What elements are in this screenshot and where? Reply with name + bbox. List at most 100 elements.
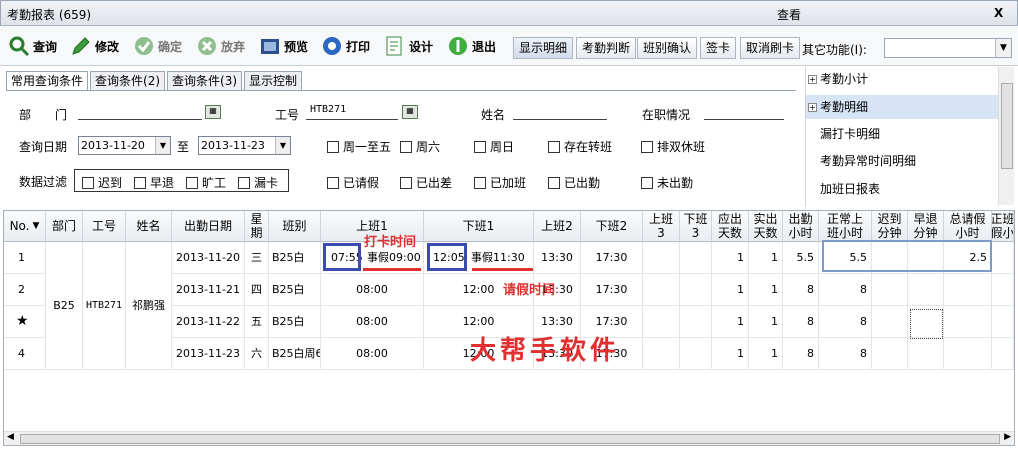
tab-display[interactable]: 显示控制	[244, 71, 303, 91]
dept-picker-icon[interactable]: ▦	[205, 105, 221, 119]
col-header-out2[interactable]: 下班2	[581, 211, 643, 242]
cell-shift[interactable]: B25白	[269, 274, 321, 306]
checkbox-miss-punch[interactable]: 漏卡	[238, 174, 278, 191]
cell-real-days[interactable]: 1	[749, 242, 783, 274]
cell-out2[interactable]: 17:30	[581, 274, 643, 306]
checkbox-absent[interactable]: 旷工	[186, 174, 226, 191]
cell-hours[interactable]: 8	[783, 306, 819, 338]
cell-early[interactable]	[908, 274, 944, 306]
col-header-need-days[interactable]: 应出 天数	[712, 211, 749, 242]
cell-date[interactable]: 2013-11-20	[172, 242, 245, 274]
col-header-real-days[interactable]: 实出 天数	[749, 211, 783, 242]
cell-regular-leave[interactable]	[992, 306, 1014, 338]
cell-shift[interactable]: B25白周6	[269, 338, 321, 370]
scroll-thumb[interactable]	[1001, 83, 1013, 169]
checkbox-late[interactable]: 迟到	[82, 174, 122, 191]
judge-button[interactable]: 考勤判断	[576, 37, 637, 59]
cell-need-days[interactable]: 1	[712, 338, 749, 370]
query-button[interactable]: 查询	[8, 33, 57, 59]
cell-real-days[interactable]: 1	[749, 338, 783, 370]
tab-query2[interactable]: 查询条件(2)	[90, 71, 166, 91]
show-detail-button[interactable]: 显示明细	[513, 37, 574, 59]
cell-no[interactable]: 1	[4, 242, 46, 274]
cell-leave[interactable]	[944, 306, 992, 338]
empno-picker-icon[interactable]: ▦	[402, 105, 418, 119]
cell-date[interactable]: 2013-11-22	[172, 306, 245, 338]
report-item-overtime-daily[interactable]: 加班日报表	[806, 177, 999, 201]
cell-hours[interactable]: 8	[783, 274, 819, 306]
current-row-star-icon[interactable]: ★	[4, 306, 46, 338]
confirm-button[interactable]: 确定	[133, 33, 182, 59]
col-header-empno[interactable]: 工号	[83, 211, 126, 242]
checkbox-weekdays[interactable]: 周一至五	[327, 138, 391, 155]
cell-in3[interactable]	[643, 306, 680, 338]
print-button[interactable]: 打印	[321, 33, 370, 59]
cell-early[interactable]	[908, 338, 944, 370]
cell-hours[interactable]: 5.5	[783, 242, 819, 274]
cell-real-days[interactable]: 1	[749, 306, 783, 338]
close-button[interactable]: X	[994, 6, 1003, 20]
tab-common[interactable]: 常用查询条件	[6, 71, 89, 91]
col-header-late[interactable]: 迟到 分钟	[872, 211, 908, 242]
checkbox-saturday[interactable]: 周六	[400, 138, 440, 155]
col-header-out3[interactable]: 下班 3	[680, 211, 712, 242]
chevron-down-icon[interactable]: ▼	[275, 137, 290, 154]
cell-regular-leave[interactable]	[992, 242, 1014, 274]
cell-leave[interactable]	[944, 338, 992, 370]
preview-button[interactable]: 预览	[259, 33, 308, 59]
sign-button[interactable]: 签卡	[700, 37, 737, 59]
scroll-thumb[interactable]	[20, 434, 1000, 444]
cell-date[interactable]: 2013-11-23	[172, 338, 245, 370]
status-input[interactable]	[704, 100, 784, 120]
cell-week[interactable]: 三	[245, 242, 269, 274]
col-header-regular-leave[interactable]: 正班 假小	[992, 211, 1014, 242]
col-header-shift[interactable]: 班别	[269, 211, 321, 242]
col-header-leave[interactable]: 总请假 小时	[944, 211, 992, 242]
col-header-early[interactable]: 早退 分钟	[908, 211, 944, 242]
checkbox-not-attended[interactable]: 未出勤	[641, 174, 693, 191]
report-item-detail[interactable]: + 考勤明细	[806, 95, 999, 119]
date-from-select[interactable]: 2013-11-20 ▼	[78, 136, 171, 155]
cell-week[interactable]: 五	[245, 306, 269, 338]
col-header-hours[interactable]: 出勤 小时	[783, 211, 819, 242]
report-item-miss-punch[interactable]: 漏打卡明细	[806, 122, 999, 146]
col-header-no[interactable]: No. ▼	[4, 211, 46, 242]
cell-in1[interactable]: 08:00	[321, 338, 424, 370]
cell-shift[interactable]: B25白	[269, 306, 321, 338]
other-function-select[interactable]: ▼	[884, 38, 1012, 58]
expand-icon[interactable]: +	[808, 75, 817, 84]
cell-need-days[interactable]: 1	[712, 306, 749, 338]
cancel-swipe-button[interactable]: 取消刷卡	[740, 37, 801, 59]
chevron-down-icon[interactable]: ▼	[155, 137, 170, 154]
col-header-out1[interactable]: 下班1	[424, 211, 534, 242]
cell-dept[interactable]: B25	[46, 242, 83, 370]
cell-late[interactable]	[872, 338, 908, 370]
modify-button[interactable]: 修改	[70, 33, 119, 59]
cell-in2[interactable]: 13:30	[534, 242, 581, 274]
cell-need-days[interactable]: 1	[712, 274, 749, 306]
cell-regular-leave[interactable]	[992, 338, 1014, 370]
cell-in3[interactable]	[643, 242, 680, 274]
abandon-button[interactable]: 放弃	[196, 33, 245, 59]
col-header-date[interactable]: 出勤日期	[172, 211, 245, 242]
cell-real-days[interactable]: 1	[749, 274, 783, 306]
col-header-in3[interactable]: 上班 3	[643, 211, 680, 242]
chevron-down-icon[interactable]: ▼	[995, 39, 1011, 57]
col-header-week[interactable]: 星 期	[245, 211, 269, 242]
cell-out3[interactable]	[680, 274, 712, 306]
checkbox-early[interactable]: 早退	[134, 174, 174, 191]
name-input[interactable]	[513, 100, 607, 120]
col-header-normal[interactable]: 正常上 班小时	[819, 211, 872, 242]
shift-confirm-button[interactable]: 班别确认	[637, 37, 698, 59]
cell-empno[interactable]: HTB271	[83, 242, 126, 370]
checkbox-trip[interactable]: 已出差	[400, 174, 452, 191]
empno-input[interactable]: HTB271	[306, 100, 398, 120]
report-scrollbar[interactable]	[998, 67, 1014, 205]
cell-out3[interactable]	[680, 306, 712, 338]
report-item-subtotal[interactable]: + 考勤小计	[806, 67, 999, 91]
scroll-right-icon[interactable]: ▶	[1004, 432, 1011, 442]
cell-normal[interactable]: 8	[819, 338, 872, 370]
checkbox-sunday[interactable]: 周日	[474, 138, 514, 155]
cell-normal[interactable]: 8	[819, 274, 872, 306]
cell-no[interactable]: 2	[4, 274, 46, 306]
